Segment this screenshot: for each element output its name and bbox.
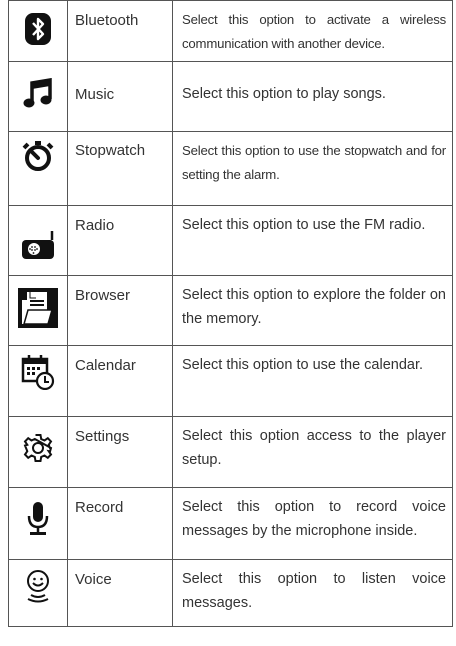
music-note-icon [23,78,53,110]
feature-name: Settings [67,416,173,488]
feature-table: Bluetooth Select this option to activate… [8,0,453,627]
feature-name: Browser [67,275,173,346]
feature-name: Calendar [67,345,173,417]
table-row: Voice Select this option to listen voice… [8,559,453,627]
table-row: Music Select this option to play songs. [8,61,453,132]
feature-description: Select this option to record voice messa… [172,487,453,560]
feature-description: Select this option to activate a wireles… [172,0,453,62]
feature-name: Radio [67,205,173,276]
voice-face-icon [25,570,51,604]
icon-cell [8,0,68,62]
feature-description: Select this option to use the stopwatch … [172,131,453,206]
microphone-icon [26,502,50,536]
icon-cell [8,559,68,627]
gear-icon [23,433,53,463]
table-row: Stopwatch Select this option to use the … [8,131,453,206]
icon-cell [8,131,68,206]
table-row: Bluetooth Select this option to activate… [8,0,453,62]
feature-name: Bluetooth [67,0,173,62]
feature-description: Select this option access to the player … [172,416,453,488]
icon-cell [8,487,68,560]
feature-description: Select this option to explore the folder… [172,275,453,346]
feature-description: Select this option to use the calendar. [172,345,453,417]
stopwatch-icon [22,140,54,172]
icon-cell [8,61,68,132]
table-row: Radio Select this option to use the FM r… [8,205,453,276]
radio-icon [21,230,55,260]
table-row: Settings Select this option access to th… [8,416,453,488]
feature-name: Music [67,61,173,132]
table-row: Calendar Select this option to use the c… [8,345,453,417]
feature-description: Select this option to listen voice messa… [172,559,453,627]
icon-cell [8,275,68,346]
bluetooth-icon [25,12,51,45]
folder-browser-icon [18,288,58,328]
feature-name: Record [67,487,173,560]
feature-description: Select this option to play songs. [172,61,453,132]
calendar-clock-icon [21,354,55,390]
table-row: Browser Select this option to explore th… [8,275,453,346]
feature-description: Select this option to use the FM radio. [172,205,453,276]
feature-name: Voice [67,559,173,627]
icon-cell [8,416,68,488]
icon-cell [8,345,68,417]
icon-cell [8,205,68,276]
table-row: Record Select this option to record voic… [8,487,453,560]
feature-name: Stopwatch [67,131,173,206]
